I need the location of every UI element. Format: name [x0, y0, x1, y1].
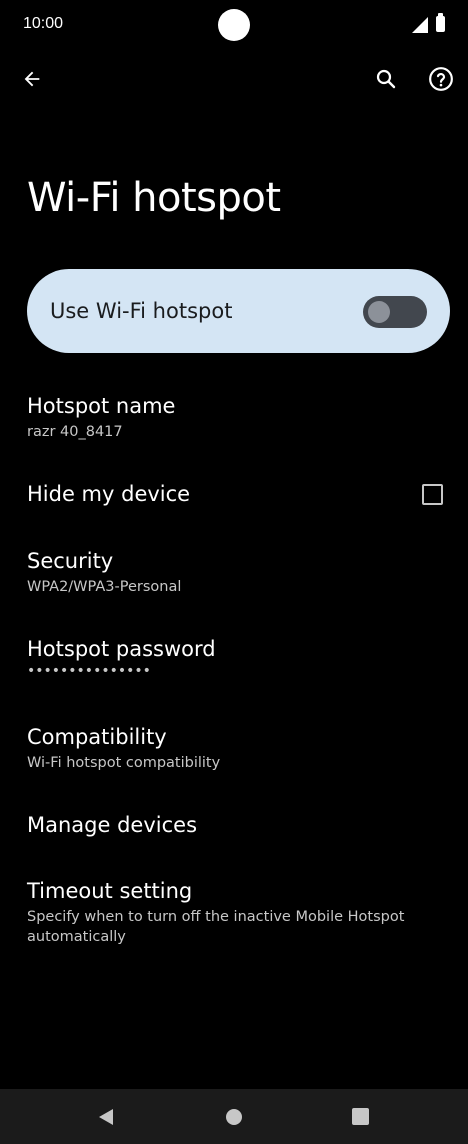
system-navigation-bar [0, 1089, 468, 1144]
back-button[interactable] [14, 61, 50, 97]
square-recents-icon[interactable] [352, 1108, 369, 1125]
security-item[interactable]: Security WPA2/WPA3-Personal [0, 535, 468, 615]
timeout-setting-value: Specify when to turn off the inactive Mo… [27, 909, 405, 945]
circle-home-icon[interactable] [226, 1109, 242, 1125]
hotspot-name-value: razr 40_8417 [27, 424, 123, 440]
compatibility-item[interactable]: Compatibility Wi-Fi hotspot compatibilit… [0, 711, 468, 791]
hide-my-device-item[interactable]: Hide my device [0, 468, 468, 522]
status-bar: 10:00 [0, 0, 468, 50]
hotspot-password-item[interactable]: Hotspot password ••••••••••••••• [0, 623, 468, 703]
signal-icon [412, 17, 428, 33]
top-app-bar [0, 55, 468, 103]
toggle-knob [368, 301, 390, 323]
manage-devices-item[interactable]: Manage devices [0, 799, 468, 853]
hotspot-name-item[interactable]: Hotspot name razr 40_8417 [0, 380, 468, 460]
security-value: WPA2/WPA3-Personal [27, 579, 182, 595]
compatibility-value: Wi-Fi hotspot compatibility [27, 755, 221, 771]
status-time: 10:00 [23, 15, 64, 32]
hide-my-device-title: Hide my device [27, 482, 191, 506]
battery-icon [436, 13, 445, 32]
hotspot-name-title: Hotspot name [27, 394, 176, 418]
hotspot-toggle[interactable] [363, 296, 427, 328]
hotspot-password-title: Hotspot password [27, 637, 216, 661]
triangle-back-icon[interactable] [96, 1107, 116, 1127]
timeout-setting-item[interactable]: Timeout setting Specify when to turn off… [0, 865, 468, 965]
use-wifi-hotspot-switch-card[interactable]: Use Wi-Fi hotspot [27, 269, 450, 353]
manage-devices-title: Manage devices [27, 813, 198, 837]
help-circle-icon [429, 67, 453, 91]
page-title: Wi-Fi hotspot [27, 175, 281, 221]
security-title: Security [27, 549, 114, 573]
hide-my-device-checkbox[interactable] [422, 484, 443, 505]
arrow-left-icon [24, 71, 40, 87]
compatibility-title: Compatibility [27, 725, 167, 749]
use-wifi-hotspot-label: Use Wi-Fi hotspot [50, 299, 233, 323]
help-button[interactable] [423, 61, 459, 97]
timeout-setting-title: Timeout setting [27, 879, 193, 903]
search-icon [376, 69, 396, 89]
camera-cutout [218, 9, 250, 41]
hotspot-password-value: ••••••••••••••• [27, 663, 151, 679]
search-button[interactable] [368, 61, 404, 97]
